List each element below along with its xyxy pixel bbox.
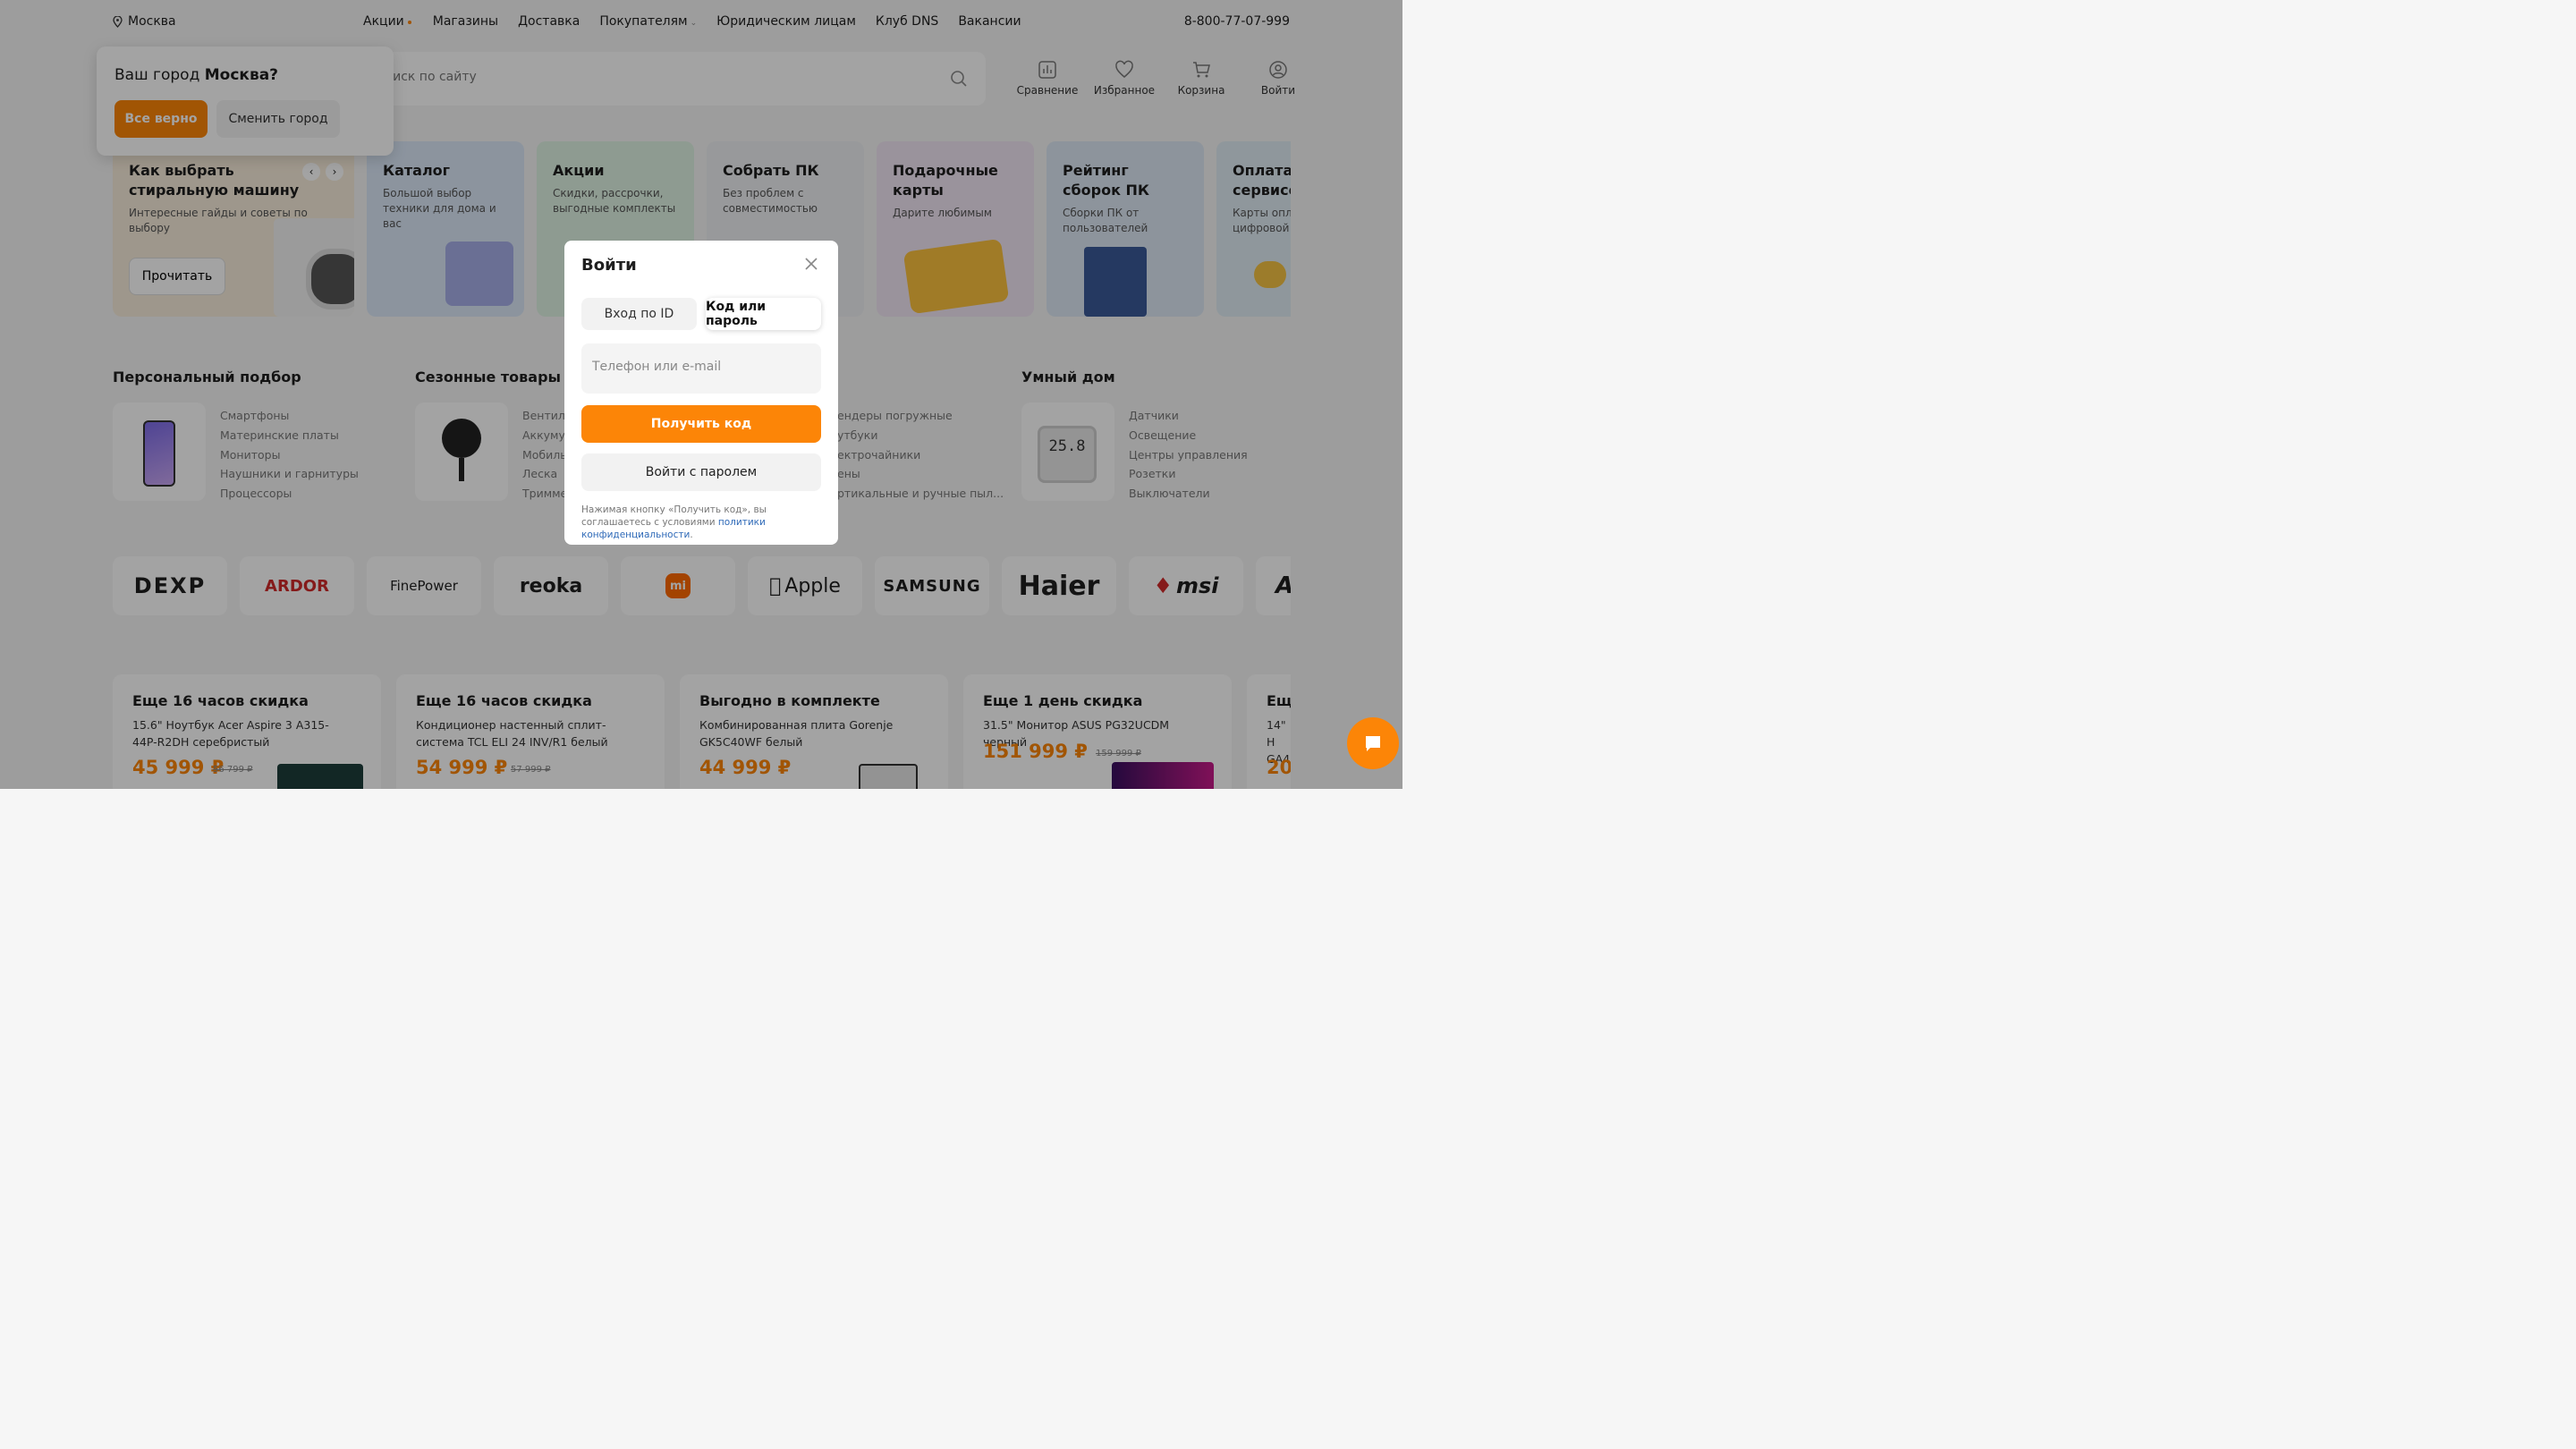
login-modal: Войти Вход по ID Код или пароль Получить… (564, 241, 838, 545)
phone-email-input[interactable] (592, 360, 807, 374)
chat-button[interactable] (1347, 717, 1399, 769)
phone-email-field[interactable] (581, 343, 821, 394)
terms-text: Нажимая кнопку «Получить код», вы соглаш… (581, 504, 823, 541)
login-tabs: Вход по ID Код или пароль (581, 298, 821, 330)
close-icon[interactable] (804, 257, 818, 271)
tab-code-or-password[interactable]: Код или пароль (706, 298, 821, 330)
login-with-password-button[interactable]: Войти с паролем (581, 453, 821, 491)
get-code-button[interactable]: Получить код (581, 405, 821, 443)
chat-icon (1366, 736, 1380, 751)
modal-title: Войти (581, 256, 637, 275)
terms-suffix: . (690, 530, 693, 540)
tab-login-by-id[interactable]: Вход по ID (581, 298, 697, 330)
